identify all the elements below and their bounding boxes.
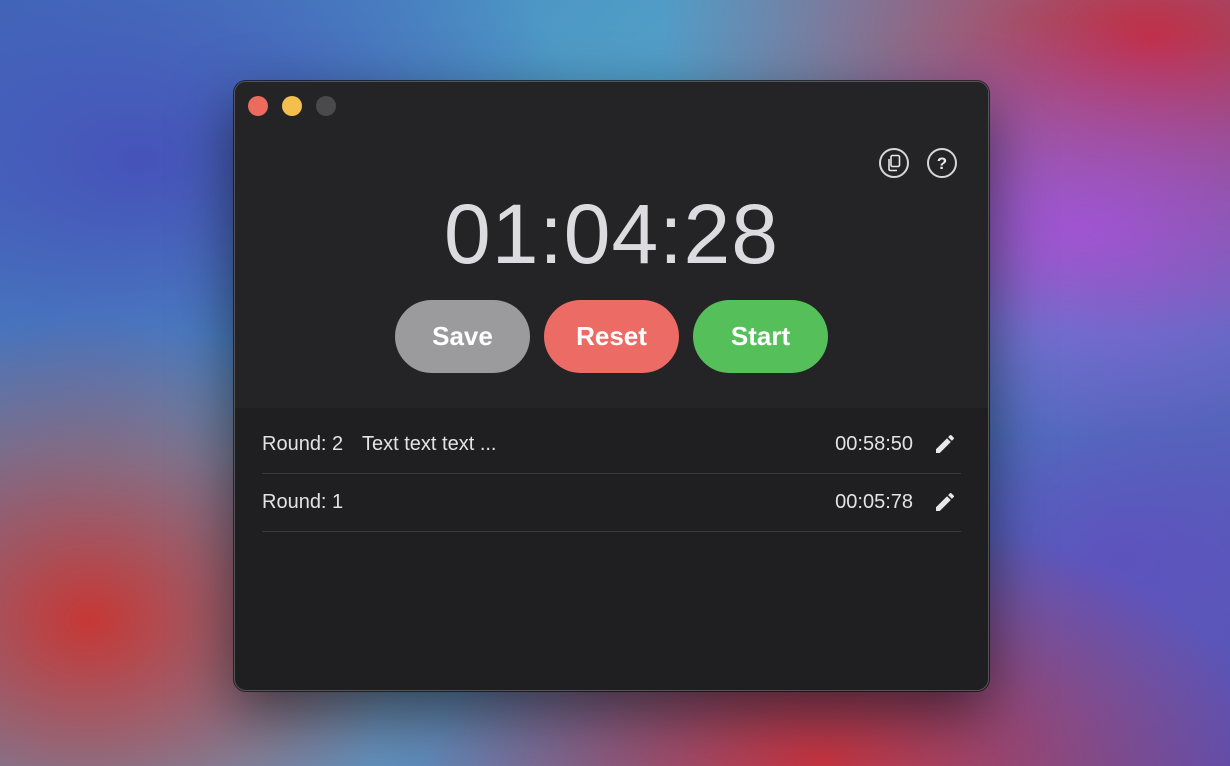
round-label: Round: 2 [262,433,344,455]
close-window-button[interactable] [248,96,268,116]
timer-panel: ? 01:04:28 Save Reset Start [235,82,988,408]
round-label: Round: 1 [262,491,344,513]
round-time: 00:05:78 [835,491,913,513]
pencil-icon[interactable] [933,490,957,514]
round-note: Text text text ... [362,433,497,455]
help-button[interactable]: ? [927,148,957,178]
copy-button[interactable] [879,148,909,178]
round-row[interactable]: Round: 1 00:05:78 [262,474,961,532]
save-button[interactable]: Save [395,300,530,373]
help-icon: ? [936,153,948,173]
pencil-icon[interactable] [933,432,957,456]
start-button[interactable]: Start [693,300,828,373]
reset-button[interactable]: Reset [544,300,679,373]
copy-icon [888,154,901,172]
stopwatch-window: ? 01:04:28 Save Reset Start Round: 2 Tex… [234,81,989,691]
round-row[interactable]: Round: 2 Text text text ... 00:58:50 [262,416,961,474]
round-time: 00:58:50 [835,433,913,455]
rounds-list: Round: 2 Text text text ... 00:58:50 Rou… [262,416,961,532]
minimize-window-button[interactable] [282,96,302,116]
timer-display: 01:04:28 [444,187,779,281]
desktop-wallpaper: ? 01:04:28 Save Reset Start Round: 2 Tex… [0,0,1230,766]
zoom-window-button[interactable] [316,96,336,116]
